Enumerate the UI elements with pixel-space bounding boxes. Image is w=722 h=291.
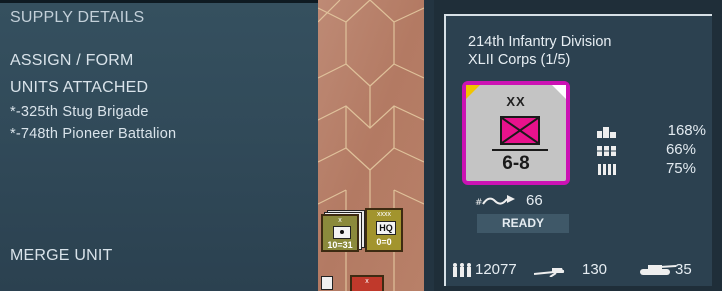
stacked-counter-group-b[interactable]: xxxx HQ 0=0 xyxy=(365,208,405,252)
ammo-value: 75% xyxy=(665,160,696,177)
fuel-icon xyxy=(597,144,617,162)
counter-divider xyxy=(492,149,548,151)
counter-value: 10=31 xyxy=(327,240,353,250)
corps-name[interactable]: XLII Corps (1/5) xyxy=(468,52,570,68)
panel-divider xyxy=(424,0,434,291)
counter-size-label: x xyxy=(365,278,369,285)
unit-type-icon xyxy=(333,226,351,239)
stack-edge xyxy=(321,276,333,290)
unit-counter-a[interactable]: x 10=31 xyxy=(321,214,359,252)
units-attached-heading: UNITS ATTACHED xyxy=(10,79,149,96)
tanks-value: 35 xyxy=(675,261,692,278)
infantry-symbol-icon xyxy=(500,116,540,145)
command-panel: SUPPLY DETAILS ASSIGN / FORM UNITS ATTAC… xyxy=(0,3,318,291)
movement-icon: # xyxy=(475,194,519,212)
manpower-icon xyxy=(452,263,472,282)
status-badge: READY xyxy=(477,214,569,233)
svg-text:#: # xyxy=(475,198,483,207)
tank-icon xyxy=(636,263,677,281)
counter-value: 0=0 xyxy=(376,237,392,247)
manpower-value: 12077 xyxy=(475,261,517,278)
attached-unit-1[interactable]: *-325th Stug Brigade xyxy=(10,104,149,120)
supply-details-button[interactable]: SUPPLY DETAILS xyxy=(10,9,144,27)
unit-counter-large[interactable]: XX 6-8 xyxy=(462,81,570,185)
ammo-icon xyxy=(597,162,617,180)
merge-unit-button[interactable]: MERGE UNIT xyxy=(10,247,112,265)
counter-size-label: xxxx xyxy=(377,211,391,218)
supply-icon xyxy=(597,125,617,143)
hq-counter[interactable]: xxxx HQ 0=0 xyxy=(365,208,403,252)
fuel-value: 66% xyxy=(665,141,696,158)
unit-counter-c[interactable]: x xyxy=(350,275,384,291)
counter-size-label: x xyxy=(338,217,342,224)
hq-label: HQ xyxy=(376,221,396,235)
map-view[interactable]: x 10=31 xxxx HQ 0=0 x xyxy=(318,0,424,291)
counter-size-label: XX xyxy=(506,94,526,109)
unit-name: 214th Infantry Division xyxy=(468,34,612,50)
stacked-counter-group-a[interactable]: x 10=31 xyxy=(321,210,365,254)
movement-value: 66 xyxy=(526,192,543,209)
counter-strength: 6-8 xyxy=(502,153,530,174)
supply-value: 168% xyxy=(667,122,706,139)
assign-form-button[interactable]: ASSIGN / FORM xyxy=(10,52,134,70)
attached-unit-2[interactable]: *-748th Pioneer Battalion xyxy=(10,126,176,142)
guns-value: 130 xyxy=(582,261,608,278)
artillery-icon xyxy=(533,264,568,282)
